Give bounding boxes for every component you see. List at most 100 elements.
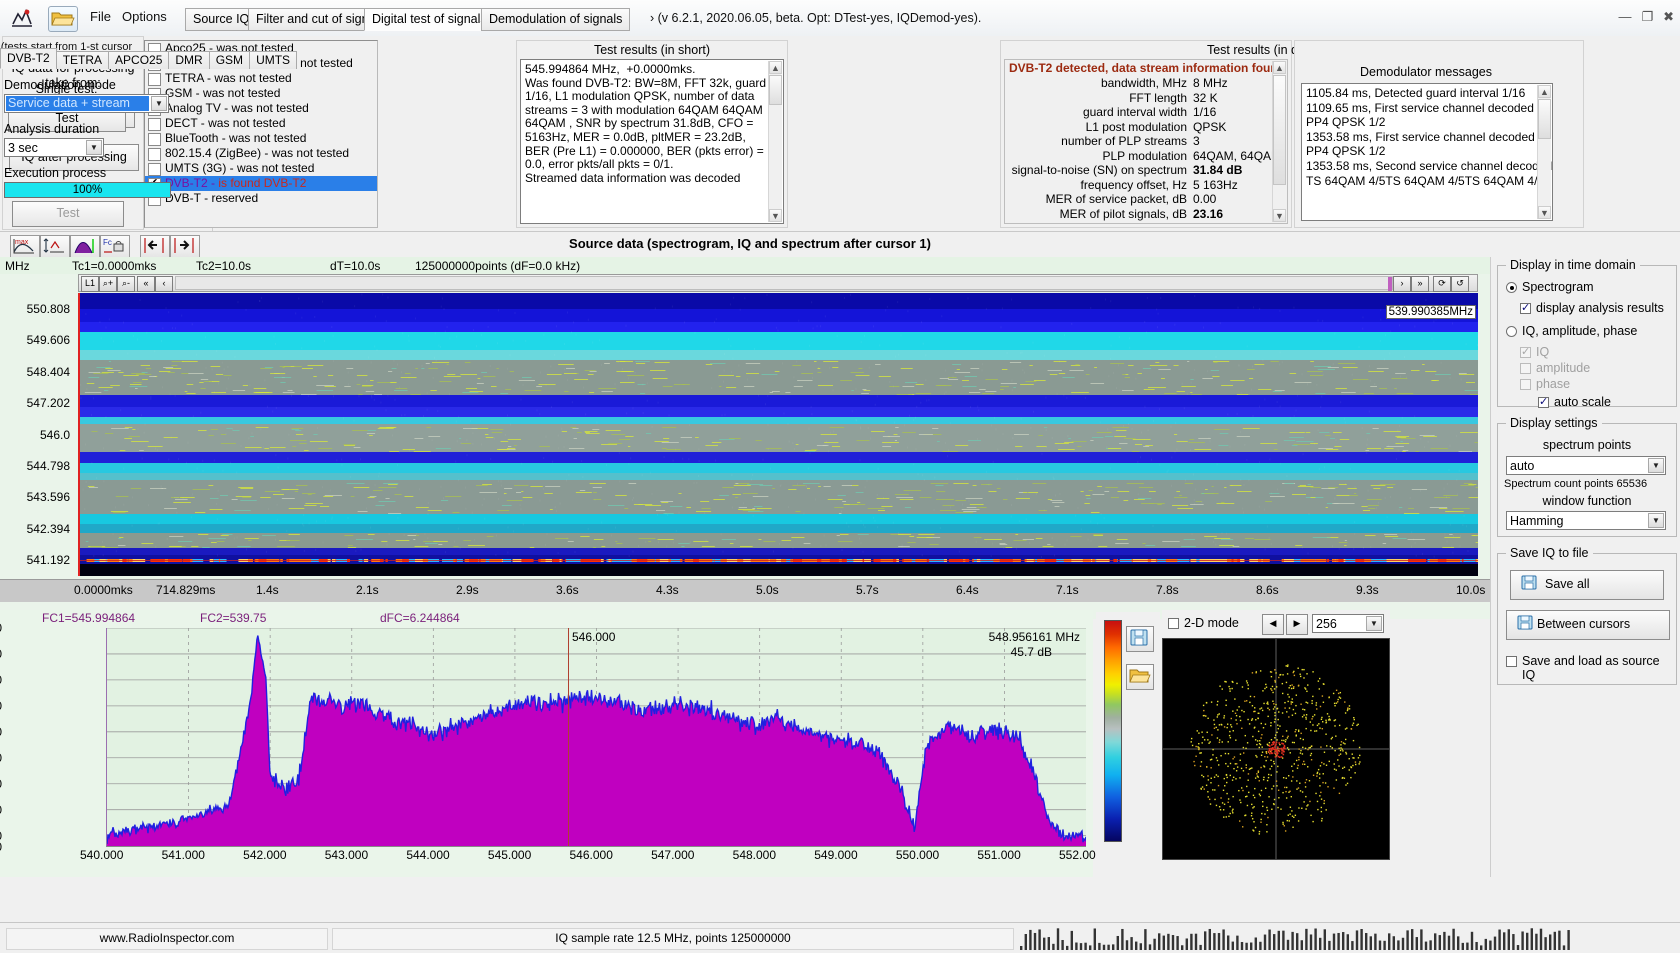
protocol-item-5[interactable]: DECT - was not tested	[145, 116, 377, 131]
scroll-up-icon[interactable]: ▲	[1273, 61, 1286, 74]
tab-source-iq[interactable]: Source IQ	[185, 8, 257, 31]
scroll-down-icon[interactable]: ▼	[769, 209, 782, 222]
demod-mode-combo[interactable]: Service data + stream ▼	[4, 94, 169, 113]
demod-tab-gsm[interactable]: GSM	[209, 51, 250, 69]
protocol-item-2[interactable]: TETRA - was not tested	[145, 71, 377, 86]
checkbox-icon[interactable]	[148, 118, 161, 131]
nav-thumb[interactable]	[1388, 277, 1392, 291]
chk-auto-scale[interactable]: auto scale	[1538, 395, 1611, 409]
spectrogram-frequency-tag: 539.990385MHz	[1386, 305, 1476, 319]
execution-process-label: Execution process	[4, 166, 106, 180]
save-all-button[interactable]: Save all	[1510, 570, 1664, 600]
scroll-thumb[interactable]	[1273, 75, 1286, 185]
scroll-thumb[interactable]	[1538, 99, 1551, 139]
spectrum-cursor-line[interactable]	[568, 628, 569, 846]
protocol-item-3[interactable]: GSM - was not tested	[145, 86, 377, 101]
nav-track[interactable]	[175, 276, 1393, 290]
menu-options[interactable]: Options	[122, 9, 167, 24]
protocol-item-label: BlueTooth - was not tested	[165, 131, 306, 145]
minimize-icon[interactable]: —	[1618, 9, 1631, 25]
chevron-down-icon[interactable]: ▼	[151, 96, 167, 111]
detail-row-key: signal-to-noise (SN) on spectrum	[1005, 163, 1193, 178]
scroll-up-icon[interactable]: ▲	[1538, 85, 1551, 98]
scroll-thumb[interactable]	[769, 75, 782, 105]
chk-2d-mode[interactable]: 2-D mode	[1168, 616, 1239, 630]
spectrogram-navbar[interactable]: L1 ⌕+ ⌕- « ‹ › » ⟳ ↺	[78, 274, 1478, 292]
spectrum-points-combo[interactable]: auto ▼	[1506, 456, 1666, 475]
constellation-diagram[interactable]	[1162, 638, 1390, 860]
spectrum-y-tick: 10.0	[0, 699, 2, 713]
colorscale-save-icon[interactable]	[1126, 626, 1154, 652]
checkbox-icon[interactable]	[148, 148, 161, 161]
status-website[interactable]: www.RadioInspector.com	[6, 928, 328, 950]
nav-refresh-icon[interactable]: ⟳	[1433, 276, 1451, 292]
scroll-down-icon[interactable]: ▼	[1273, 209, 1286, 222]
short-results-scrollbar[interactable]: ▲ ▼	[768, 61, 782, 222]
spectrum-plot-area[interactable]: 546.000 548.956161 MHz 45.7 dB	[106, 628, 1086, 847]
spectrogram-x-tick: 5.7s	[856, 583, 879, 597]
step-prev-icon[interactable]: ◀	[1262, 614, 1284, 635]
open-folder-icon[interactable]	[48, 6, 78, 32]
demod-tab-dvb-t2[interactable]: DVB-T2	[0, 48, 57, 69]
fft-size-combo[interactable]: 256 ▼	[1312, 614, 1384, 633]
display-settings-group: Display settings spectrum points auto ▼ …	[1497, 423, 1677, 537]
protocol-item-8[interactable]: UMTS (3G) - was not tested	[145, 161, 377, 176]
checkbox-icon[interactable]	[148, 73, 161, 86]
checkbox-icon[interactable]	[148, 163, 161, 176]
nav-next-icon[interactable]: ›	[1393, 276, 1411, 292]
zoom-out-icon[interactable]: ⌕-	[117, 276, 135, 292]
color-scale-gradient[interactable]	[1104, 620, 1122, 842]
demod-tab-tetra[interactable]: TETRA	[56, 51, 109, 69]
zoom-in-icon[interactable]: ⌕+	[99, 276, 117, 292]
chevron-down-icon[interactable]: ▼	[1366, 616, 1382, 631]
scroll-down-icon[interactable]: ▼	[1538, 206, 1551, 219]
protocol-item-4[interactable]: Analog TV - was not tested	[145, 101, 377, 116]
demod-tab-strip[interactable]: DVB-T2TETRAAPCO25DMRGSMUMTS	[0, 50, 296, 69]
nav-first-icon[interactable]: «	[137, 276, 155, 292]
between-cursors-button[interactable]: Between cursors	[1506, 610, 1670, 640]
spectrum-x-tick: 540.000	[80, 848, 123, 862]
chevron-down-icon[interactable]: ▼	[86, 140, 102, 155]
chevron-down-icon[interactable]: ▼	[1648, 458, 1664, 473]
demodulator-messages-textarea[interactable]: 1105.84 ms, Detected guard interval 1/16…	[1301, 83, 1553, 221]
demod-tab-apco25[interactable]: APCO25	[108, 51, 169, 69]
detail-results-table[interactable]: DVB-T2 detected, data stream information…	[1004, 59, 1288, 224]
chevron-down-icon[interactable]: ▼	[1648, 513, 1664, 528]
nav-l1-button[interactable]: L1	[81, 276, 99, 292]
spectrogram-x-tick: 9.3s	[1356, 583, 1379, 597]
spectrum-x-tick: 541.000	[162, 848, 205, 862]
checkbox-icon[interactable]	[148, 133, 161, 146]
maximize-icon[interactable]: ❐	[1641, 9, 1653, 25]
demod-tab-dmr[interactable]: DMR	[168, 51, 209, 69]
tab-demodulation[interactable]: Demodulation of signals	[481, 8, 630, 31]
chk-save-and-load[interactable]: Save and load as source IQ	[1506, 654, 1666, 682]
spectrogram-cursor-1[interactable]	[78, 293, 80, 576]
analysis-duration-combo[interactable]: 3 sec ▼	[4, 138, 104, 157]
demod-tab-umts[interactable]: UMTS	[249, 51, 297, 69]
protocol-item-9[interactable]: ✔DVB-T2 - is found DVB-T2	[145, 176, 377, 191]
continuous-test-button: Test	[12, 201, 124, 227]
menu-file[interactable]: File	[90, 9, 111, 24]
protocol-item-7[interactable]: 802.15.4 (ZigBee) - was not tested	[145, 146, 377, 161]
chk-display-analysis[interactable]: display analysis results	[1520, 301, 1664, 315]
scroll-up-icon[interactable]: ▲	[769, 61, 782, 74]
nav-undo-icon[interactable]: ↺	[1451, 276, 1469, 292]
spectrogram-canvas[interactable]: 539.990385MHz	[78, 293, 1478, 576]
close-icon[interactable]: ✖	[1663, 9, 1674, 25]
detail-row-key: MER of pilot signals, dB	[1005, 207, 1193, 222]
colorscale-open-icon[interactable]	[1126, 664, 1154, 690]
tab-digital-test[interactable]: Digital test of signals	[364, 8, 495, 31]
step-next-icon[interactable]: ▶	[1286, 614, 1308, 635]
spectrum-x-tick: 542.000	[243, 848, 286, 862]
protocol-item-6[interactable]: BlueTooth - was not tested	[145, 131, 377, 146]
window-function-combo[interactable]: Hamming ▼	[1506, 511, 1666, 530]
nav-last-icon[interactable]: »	[1411, 276, 1429, 292]
protocol-item-10[interactable]: DVB-T - reserved	[145, 191, 377, 206]
messages-scrollbar[interactable]: ▲ ▼	[1537, 85, 1551, 219]
spectrogram-x-tick: 7.8s	[1156, 583, 1179, 597]
radio-spectrogram[interactable]: Spectrogram	[1506, 280, 1594, 294]
radio-iq-amplitude-phase[interactable]: IQ, amplitude, phase	[1506, 324, 1637, 338]
nav-prev-icon[interactable]: ‹	[155, 276, 173, 292]
detail-results-scrollbar[interactable]: ▲ ▼	[1272, 61, 1286, 222]
short-results-textarea[interactable]: 545.994864 MHz, +0.0000mks. Was found DV…	[520, 59, 784, 224]
